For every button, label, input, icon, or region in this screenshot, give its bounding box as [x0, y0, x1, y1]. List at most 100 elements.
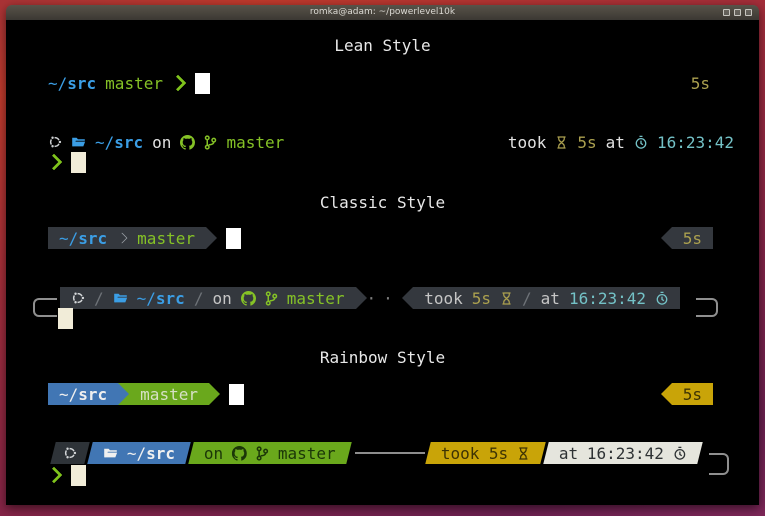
git-branch-icon: [204, 135, 217, 150]
on-label: on: [152, 133, 171, 152]
current-time: 16:23:42: [587, 444, 664, 463]
rainbow-p1-right: 5s: [661, 383, 713, 405]
clock-icon: [673, 446, 687, 461]
lean-prompt-twoline-l1: ~/src on master took 5s at: [48, 131, 734, 153]
github-octocat-icon: [241, 291, 256, 306]
clock-icon: [634, 135, 648, 150]
maximize-button-icon[interactable]: [734, 9, 741, 16]
folder-icon: [103, 446, 118, 460]
lean-prompt-oneline: ~/src master 5s: [48, 72, 710, 94]
classic-prompt-oneline: ~/src master 5s: [48, 227, 713, 249]
classic-left-segment: / ~/src / on master: [60, 287, 356, 309]
current-directory: ~/src: [127, 444, 175, 463]
terminal-screen[interactable]: Lean Style ~/src master 5s ~/src on: [6, 20, 759, 505]
clock-icon: [655, 291, 669, 306]
lean-prompt-twoline-l2: [48, 151, 86, 173]
classic-right-segment: took 5s / at 16:23:42: [413, 287, 680, 309]
git-branch-name: master: [137, 229, 195, 248]
os-ubuntu-icon: [71, 291, 85, 305]
git-branch-name: master: [105, 74, 163, 93]
minimize-button-icon[interactable]: [723, 9, 730, 16]
segment-slash-separator: /: [194, 289, 204, 308]
window-title: romka@adam: ~/powerlevel10k: [310, 5, 455, 20]
at-label: at: [606, 133, 625, 152]
rainbow-style-heading: Rainbow Style: [6, 348, 759, 367]
titlebar[interactable]: romka@adam: ~/powerlevel10k: [6, 5, 759, 20]
prompt-frame-right-icon: [709, 453, 729, 475]
command-duration: 5s: [691, 74, 710, 93]
powerline-arrow-icon: [356, 287, 367, 309]
git-branch-name: master: [287, 289, 345, 308]
prompt-gap-line: [355, 452, 425, 454]
terminal-cursor: [195, 73, 210, 94]
rainbow-dir-segment: ~/src: [87, 442, 191, 464]
segment-separator-icon: [117, 232, 128, 243]
hourglass-icon: [555, 135, 568, 150]
at-label: at: [541, 289, 560, 308]
close-button-icon[interactable]: [745, 9, 752, 16]
rainbow-duration-segment: 5s: [672, 383, 713, 405]
command-duration: 5s: [577, 133, 596, 152]
command-duration: 5s: [488, 444, 507, 463]
powerline-arrow-icon: [206, 227, 217, 249]
lean-p2-right: took 5s at 16:23:42: [508, 133, 734, 152]
segment-slash-separator: /: [522, 289, 532, 308]
current-directory: ~/src: [48, 74, 96, 93]
rainbow-git-segment: on master: [188, 442, 352, 464]
powerline-arrow-icon: [402, 287, 413, 309]
terminal-cursor: [229, 384, 244, 405]
classic-style-heading: Classic Style: [6, 193, 759, 212]
hourglass-icon: [517, 446, 530, 461]
command-duration: 5s: [683, 229, 702, 248]
classic-right-segment: 5s: [672, 227, 713, 249]
command-duration: 5s: [683, 385, 702, 404]
prompt-chevron-icon: [46, 154, 63, 171]
current-directory: ~/src: [59, 229, 107, 248]
git-branch-icon: [256, 446, 269, 461]
rainbow-time-segment: at 16:23:42: [543, 442, 703, 464]
rainbow-git-segment: master: [129, 383, 209, 405]
folder-icon: [71, 135, 86, 149]
on-label: on: [204, 444, 223, 463]
rainbow-duration-segment: took 5s: [425, 442, 545, 464]
at-label: at: [559, 444, 578, 463]
github-octocat-icon: [180, 135, 195, 150]
git-branch-name: master: [226, 133, 284, 152]
command-duration: 5s: [472, 289, 491, 308]
classic-prompt-twoline-l2: [58, 307, 73, 329]
rainbow-prompt-oneline: ~/src master 5s: [48, 383, 713, 405]
segment-slash-separator: /: [94, 289, 104, 308]
powerline-arrow-icon: [661, 383, 672, 405]
lean-p2-left: ~/src on master: [48, 133, 284, 152]
rainbow-prompt-twoline-l1: ~/src on master took 5s: [53, 442, 700, 464]
current-time: 16:23:42: [657, 133, 734, 152]
powerline-arrow-icon: [209, 383, 220, 405]
window-controls: [723, 9, 752, 16]
os-ubuntu-icon: [48, 135, 62, 149]
took-label: took: [424, 289, 463, 308]
terminal-cursor: [71, 465, 86, 486]
terminal-cursor: [226, 228, 241, 249]
on-label: on: [212, 289, 231, 308]
terminal-cursor: [71, 152, 86, 173]
git-branch-icon: [265, 291, 278, 306]
powerline-arrow-icon: [118, 383, 129, 405]
powerline-arrow-icon: [661, 227, 672, 249]
folder-icon: [113, 291, 128, 305]
prompt-gap-dots: ····: [367, 289, 403, 308]
classic-prompt-twoline-l1: / ~/src / on master ···· took 5: [60, 287, 680, 309]
rainbow-prompt-twoline-l2: [48, 464, 86, 486]
classic-left-segment: ~/src master: [48, 227, 206, 249]
github-octocat-icon: [232, 446, 247, 461]
git-branch-name: master: [278, 444, 336, 463]
current-time: 16:23:42: [569, 289, 646, 308]
lean-style-heading: Lean Style: [6, 36, 759, 55]
prompt-chevron-icon: [46, 467, 63, 484]
prompt-frame-right-icon: [696, 298, 718, 317]
git-branch-name: master: [140, 385, 198, 404]
current-directory: ~/src: [59, 385, 107, 404]
lean-p1-left: ~/src master: [48, 73, 210, 94]
terminal-cursor: [58, 308, 73, 329]
os-ubuntu-icon: [63, 446, 77, 460]
rainbow-dir-segment: ~/src: [48, 383, 118, 405]
